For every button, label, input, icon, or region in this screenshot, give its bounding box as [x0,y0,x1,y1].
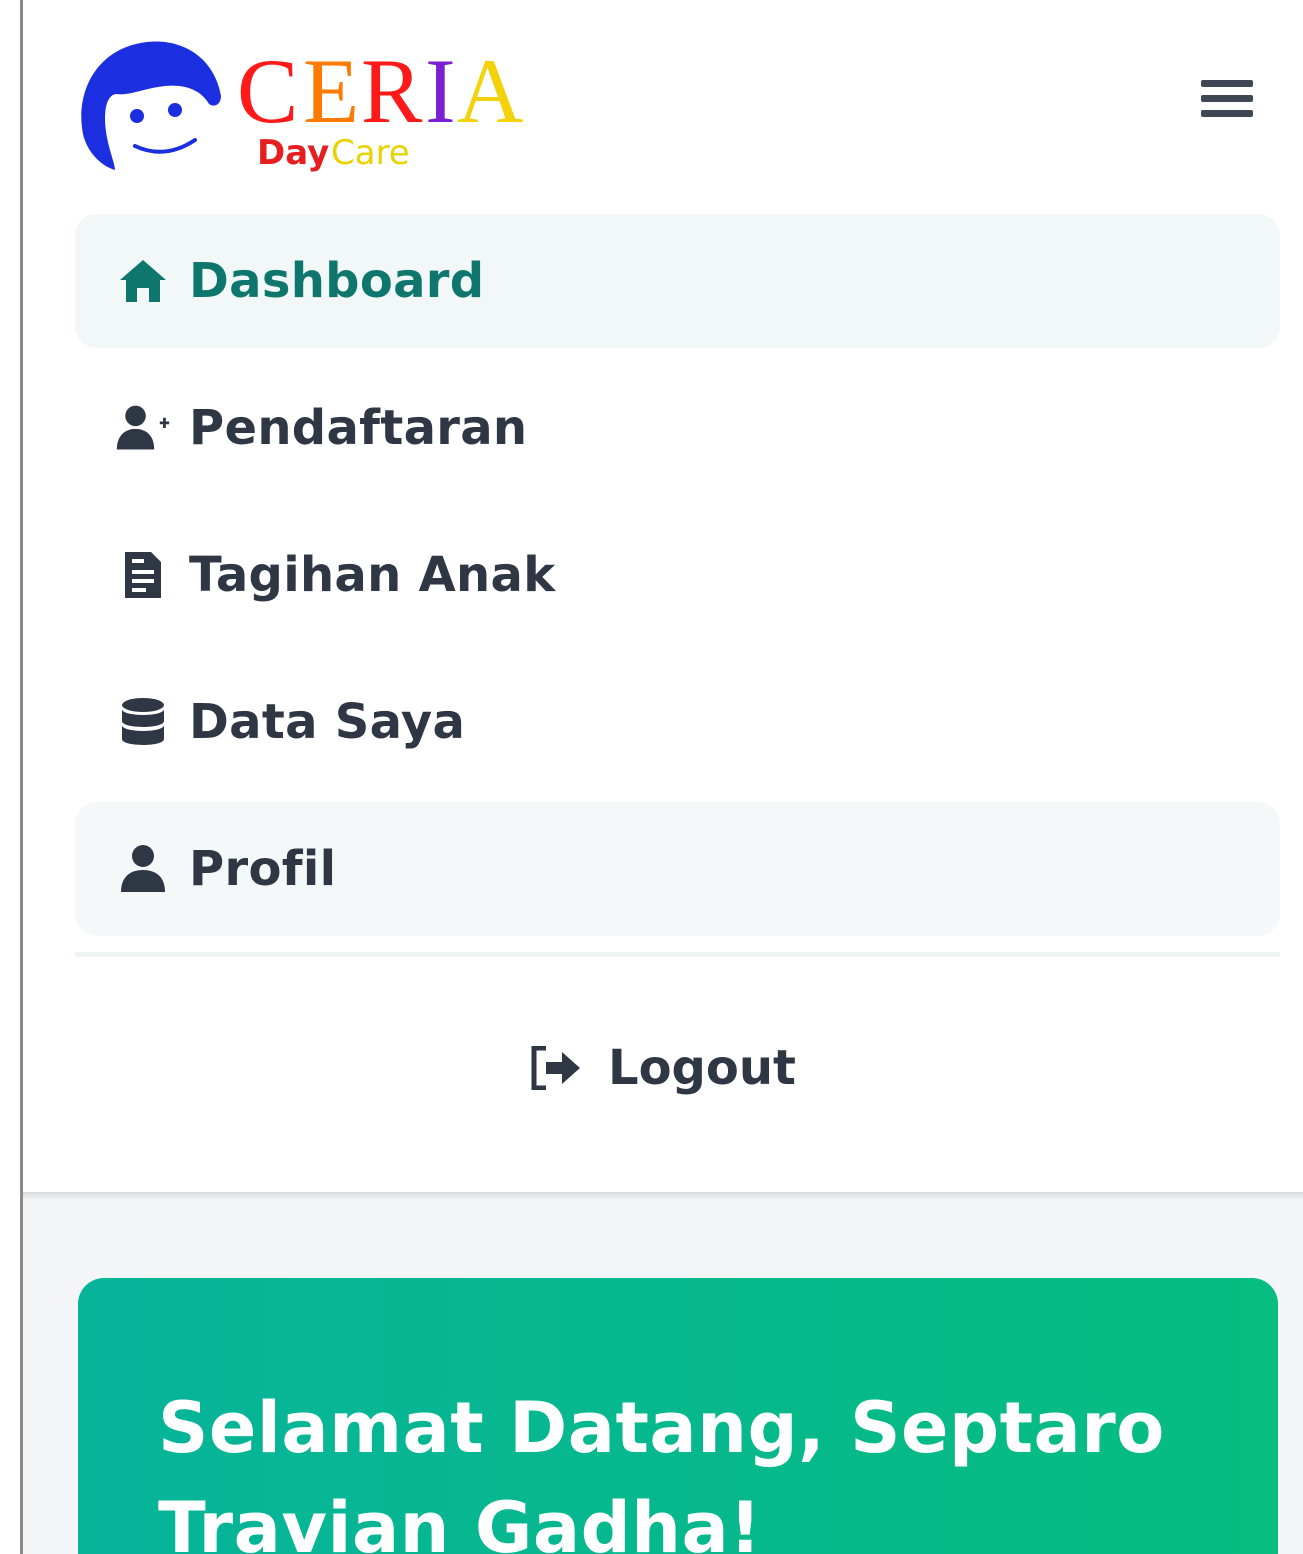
logout-icon [530,1043,586,1093]
sidebar-item-pendaftaran[interactable]: Pendaftaran [75,361,1280,495]
sidebar-nav: Dashboard Pendaftaran Tagihan Anak Data … [75,214,1280,949]
user-icon [115,841,171,897]
sidebar-item-dashboard[interactable]: Dashboard [75,214,1280,348]
logout-button[interactable]: Logout [23,1040,1303,1096]
sidebar-item-label: Pendaftaran [189,400,528,456]
brand-tagline-day: Day [257,133,329,173]
welcome-card: Selamat Datang, Septaro Travian Gadha! [78,1278,1278,1554]
sidebar: C E R I A Day Care Dashboard Pendaftaran [23,0,1303,1196]
sidebar-item-label: Tagihan Anak [189,547,556,603]
sidebar-item-data-saya[interactable]: Data Saya [75,655,1280,789]
sidebar-bottom-shadow [23,1192,1303,1200]
sidebar-item-profil[interactable]: Profil [75,802,1280,936]
sidebar-item-label: Dashboard [189,253,485,309]
welcome-heading: Selamat Datang, Septaro Travian Gadha! [158,1387,1165,1554]
database-icon [115,694,171,750]
user-plus-icon [115,400,171,456]
sidebar-item-tagihan-anak[interactable]: Tagihan Anak [75,508,1280,642]
main-content: Selamat Datang, Septaro Travian Gadha! [23,1200,1303,1554]
brand-letter-a: A [457,40,523,142]
hamburger-menu-icon[interactable] [1201,80,1253,132]
document-icon [115,547,171,603]
sidebar-item-label: Profil [189,841,337,897]
brand-letter-c: C [237,40,298,142]
sidebar-item-label: Data Saya [189,694,466,750]
mascot-face-icon [81,41,221,170]
ceria-daycare-logo[interactable]: C E R I A Day Care [75,34,545,176]
logout-label: Logout [607,1040,796,1096]
brand-tagline-care: Care [331,133,410,173]
sidebar-divider [75,952,1280,957]
brand-letter-e: E [303,40,359,142]
home-icon [115,253,171,309]
brand-letter-r: R [361,40,423,142]
brand-letter-i: I [425,40,456,142]
